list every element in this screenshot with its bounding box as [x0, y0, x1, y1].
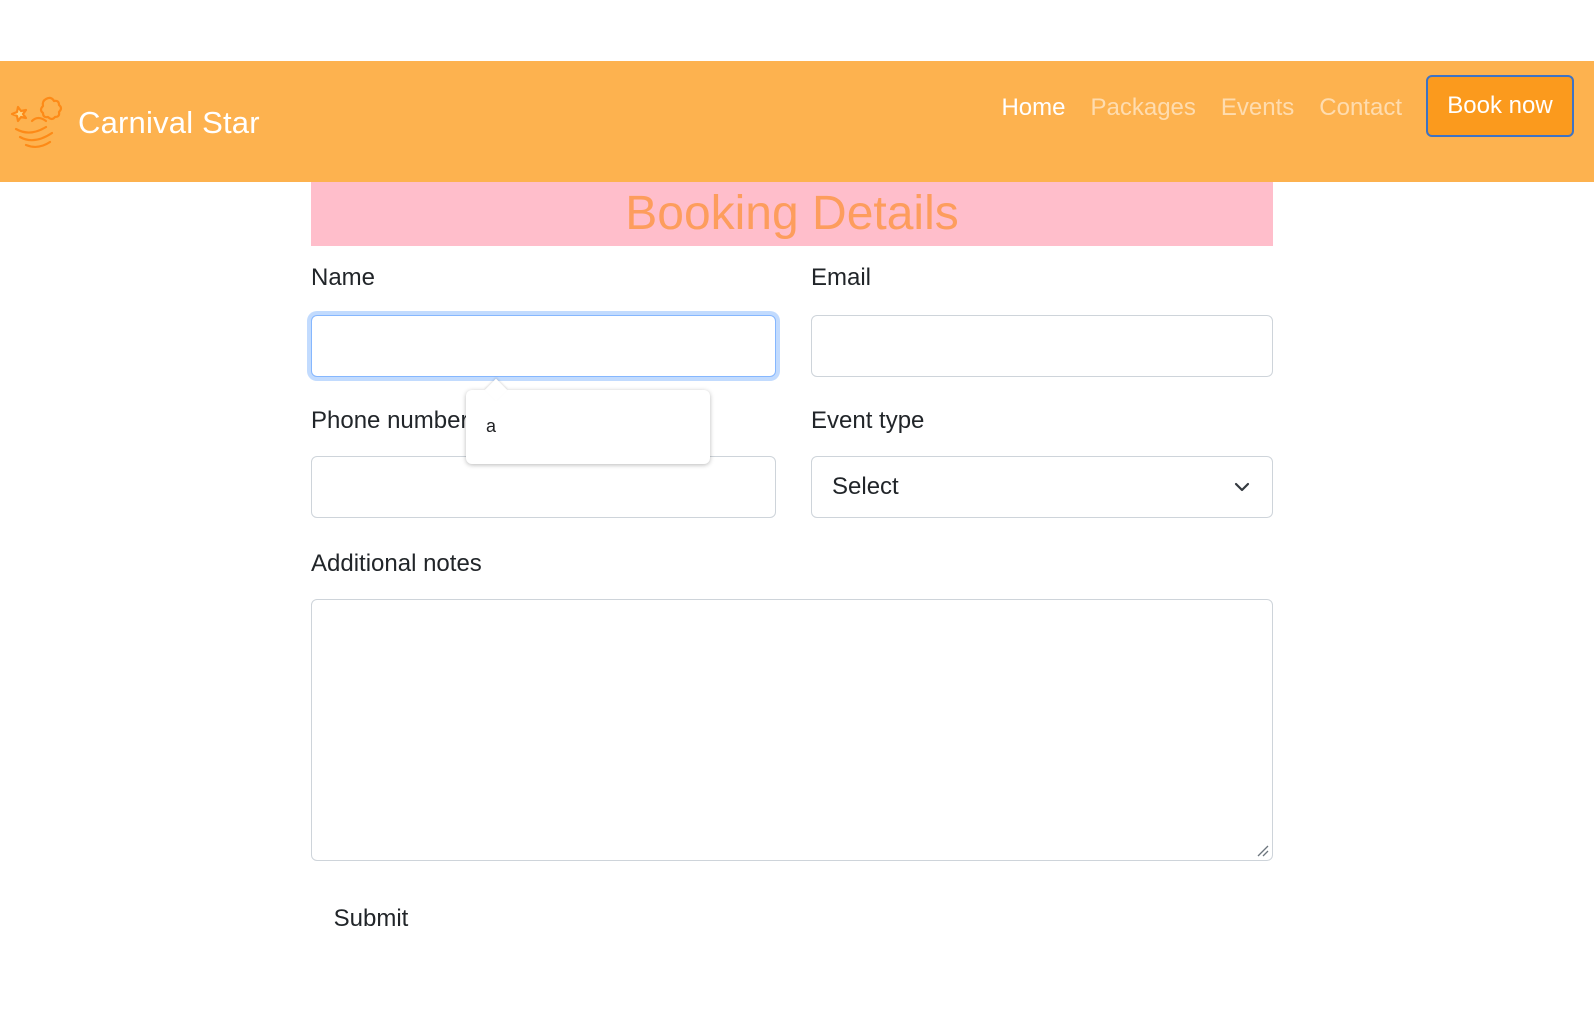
form-title-banner: Booking Details: [311, 182, 1273, 246]
brand[interactable]: Carnival Star: [10, 95, 260, 151]
name-label: Name: [311, 264, 376, 291]
name-input[interactable]: [311, 315, 776, 377]
notes-textarea[interactable]: [311, 599, 1273, 861]
submit-button[interactable]: Submit: [318, 895, 424, 943]
carnival-logo-icon: [10, 96, 63, 149]
nav-link-home[interactable]: Home: [1001, 94, 1065, 122]
phone-input[interactable]: [311, 456, 776, 518]
autofill-suggestion[interactable]: a: [486, 416, 496, 437]
event-type-value: Select: [832, 473, 899, 500]
chevron-down-icon: [1234, 482, 1250, 492]
autofill-caret: [484, 378, 508, 402]
form-title: Booking Details: [625, 187, 959, 240]
autofill-popup: a: [466, 378, 710, 464]
nav-link-contact[interactable]: Contact: [1319, 94, 1402, 122]
event-type-label: Event type: [811, 407, 925, 434]
notes-label: Additional notes: [311, 550, 482, 577]
nav-link-packages[interactable]: Packages: [1091, 94, 1196, 122]
email-label: Email: [811, 264, 872, 291]
book-now-button[interactable]: Book now: [1426, 75, 1574, 137]
event-type-select[interactable]: Select: [811, 456, 1273, 518]
phone-label: Phone number: [311, 407, 469, 434]
navbar: Carnival Star Home Packages Events Conta…: [0, 61, 1594, 182]
resize-grip-icon[interactable]: [1255, 843, 1269, 857]
email-input[interactable]: [811, 315, 1273, 377]
nav-link-events[interactable]: Events: [1221, 94, 1294, 122]
brand-name: Carnival Star: [78, 105, 260, 140]
nav-links: Home Packages Events Contact: [1001, 91, 1402, 125]
